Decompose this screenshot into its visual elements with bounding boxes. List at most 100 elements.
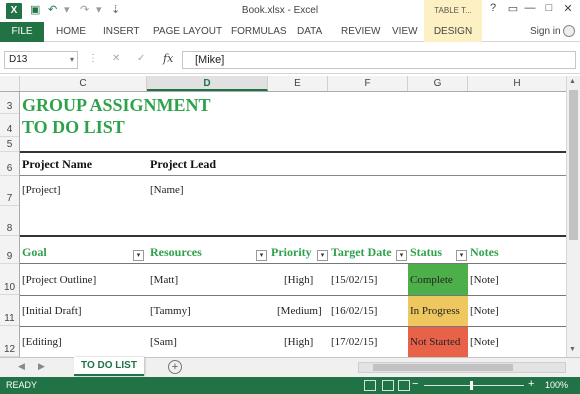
page-break-view-icon[interactable] [398,380,410,391]
filter-dropdown-icon[interactable]: ▾ [317,250,328,261]
tab-page-layout[interactable]: PAGE LAYOUT [153,26,222,37]
enter-icon[interactable]: ✓ [137,53,145,64]
divider [20,175,566,176]
help-button[interactable]: ? [485,2,501,14]
column-header-h[interactable]: H [468,76,566,91]
divider [20,235,566,237]
sheet-tab-bar: ◀ ▶ TO DO LIST + [0,357,580,377]
goal-cell[interactable]: [Initial Draft] [22,305,82,317]
tab-home[interactable]: HOME [56,26,86,37]
row-header-4[interactable]: 4 [0,114,19,137]
zoom-slider[interactable] [424,385,524,386]
filter-dropdown-icon[interactable]: ▾ [456,250,467,261]
name-box-value: D13 [9,54,28,65]
formula-bar: D13 ▾ ⋮ ✕ ✓ fx [Mike] [0,42,580,74]
formula-input[interactable]: [Mike] [182,51,576,69]
status-badge[interactable]: In Progress [408,296,468,326]
maximize-button[interactable]: □ [541,2,557,14]
tab-insert[interactable]: INSERT [103,26,140,37]
zoom-in-button[interactable]: + [528,378,534,390]
column-header-g[interactable]: G [408,76,468,91]
close-button[interactable]: ✕ [560,2,576,15]
minimize-button[interactable]: — [522,2,538,14]
project-lead-cell[interactable]: [Name] [150,184,184,196]
column-header-e[interactable]: E [268,76,328,91]
zoom-out-button[interactable]: − [412,378,418,390]
tab-file[interactable]: FILE [0,22,44,42]
tab-formulas[interactable]: FORMULAS [231,26,287,37]
ribbon-tabs: FILE HOME INSERT PAGE LAYOUT FORMULAS DA… [0,22,580,42]
row-header-5[interactable]: 5 [0,137,19,152]
filter-dropdown-icon[interactable]: ▾ [396,250,407,261]
zoom-slider-handle[interactable] [470,381,473,390]
resources-cell[interactable]: [Matt] [150,274,178,286]
select-all-corner[interactable] [0,76,20,91]
scroll-thumb[interactable] [569,90,578,240]
name-box[interactable]: D13 ▾ [4,51,78,69]
row-header-7[interactable]: 7 [0,176,19,206]
status-badge[interactable]: Complete [408,264,468,295]
sheet-tab-active[interactable]: TO DO LIST [74,357,144,376]
filter-dropdown-icon[interactable]: ▾ [256,250,267,261]
cancel-icon[interactable]: ✕ [112,53,120,64]
notes-cell[interactable]: [Note] [470,336,499,348]
row-header-9[interactable]: 9 [0,236,19,264]
column-resources-header[interactable]: Resources [150,245,202,260]
context-tab-group: TABLE T... [424,0,482,22]
target-date-cell[interactable]: [17/02/15] [331,336,377,348]
notes-cell[interactable]: [Note] [470,305,499,317]
column-header-f[interactable]: F [328,76,408,91]
row-header-6[interactable]: 6 [0,152,19,176]
column-headers: C D E F G H [0,76,566,92]
priority-cell[interactable]: [High] [284,336,313,348]
sign-in-link[interactable]: Sign in [530,26,561,37]
page-layout-view-icon[interactable] [382,380,394,391]
priority-cell[interactable]: [Medium] [277,305,322,317]
vertical-scrollbar[interactable]: ▲ ▼ [566,76,580,357]
normal-view-icon[interactable] [364,380,376,391]
filter-dropdown-icon[interactable]: ▾ [133,250,144,261]
resources-cell[interactable]: [Sam] [150,336,177,348]
row-headers: 3 4 5 6 7 8 9 10 11 12 [0,92,20,357]
row-header-10[interactable]: 10 [0,264,19,295]
column-status-header[interactable]: Status [410,245,442,260]
target-date-cell[interactable]: [16/02/15] [331,305,377,317]
notes-cell[interactable]: [Note] [470,274,499,286]
worksheet-grid[interactable]: GROUP ASSIGNMENT TO DO LIST Project Name… [20,92,566,357]
user-avatar-icon[interactable] [563,25,575,37]
tab-view[interactable]: VIEW [392,26,418,37]
divider [20,295,566,296]
row-header-11[interactable]: 11 [0,295,19,326]
status-badge[interactable]: Not Started [408,327,468,357]
tab-review[interactable]: REVIEW [341,26,380,37]
goal-cell[interactable]: [Project Outline] [22,274,96,286]
sheet-prev-icon[interactable]: ◀ [18,361,25,372]
column-target-date-header[interactable]: Target Date [331,245,392,260]
project-name-label: Project Name [22,157,93,171]
chevron-down-icon[interactable]: ▾ [70,52,74,68]
add-sheet-button[interactable]: + [168,360,182,374]
resources-cell[interactable]: [Tammy] [150,305,191,317]
horizontal-scrollbar[interactable] [358,362,566,373]
insert-function-icon[interactable]: fx [163,52,173,65]
priority-cell[interactable]: [High] [284,274,313,286]
row-header-8[interactable]: 8 [0,206,19,236]
goal-cell[interactable]: [Editing] [22,336,62,348]
horizontal-scroll-thumb[interactable] [373,364,513,371]
row-header-12[interactable]: 12 [0,326,19,357]
project-name-cell[interactable]: [Project] [22,184,60,196]
tab-data[interactable]: DATA [297,26,322,37]
scroll-up-icon[interactable]: ▲ [569,78,576,85]
column-header-d[interactable]: D [147,76,268,91]
scroll-down-icon[interactable]: ▼ [569,346,576,353]
zoom-level[interactable]: 100% [545,380,568,390]
column-notes-header[interactable]: Notes [470,245,499,260]
sheet-next-icon[interactable]: ▶ [38,361,45,372]
row-header-3[interactable]: 3 [0,92,19,114]
column-header-c[interactable]: C [20,76,147,91]
column-goal-header[interactable]: Goal [22,245,47,260]
ribbon-display-button[interactable]: ▭ [505,2,521,15]
target-date-cell[interactable]: [15/02/15] [331,274,377,286]
tab-design[interactable]: DESIGN [424,22,482,42]
column-priority-header[interactable]: Priority [271,245,312,260]
